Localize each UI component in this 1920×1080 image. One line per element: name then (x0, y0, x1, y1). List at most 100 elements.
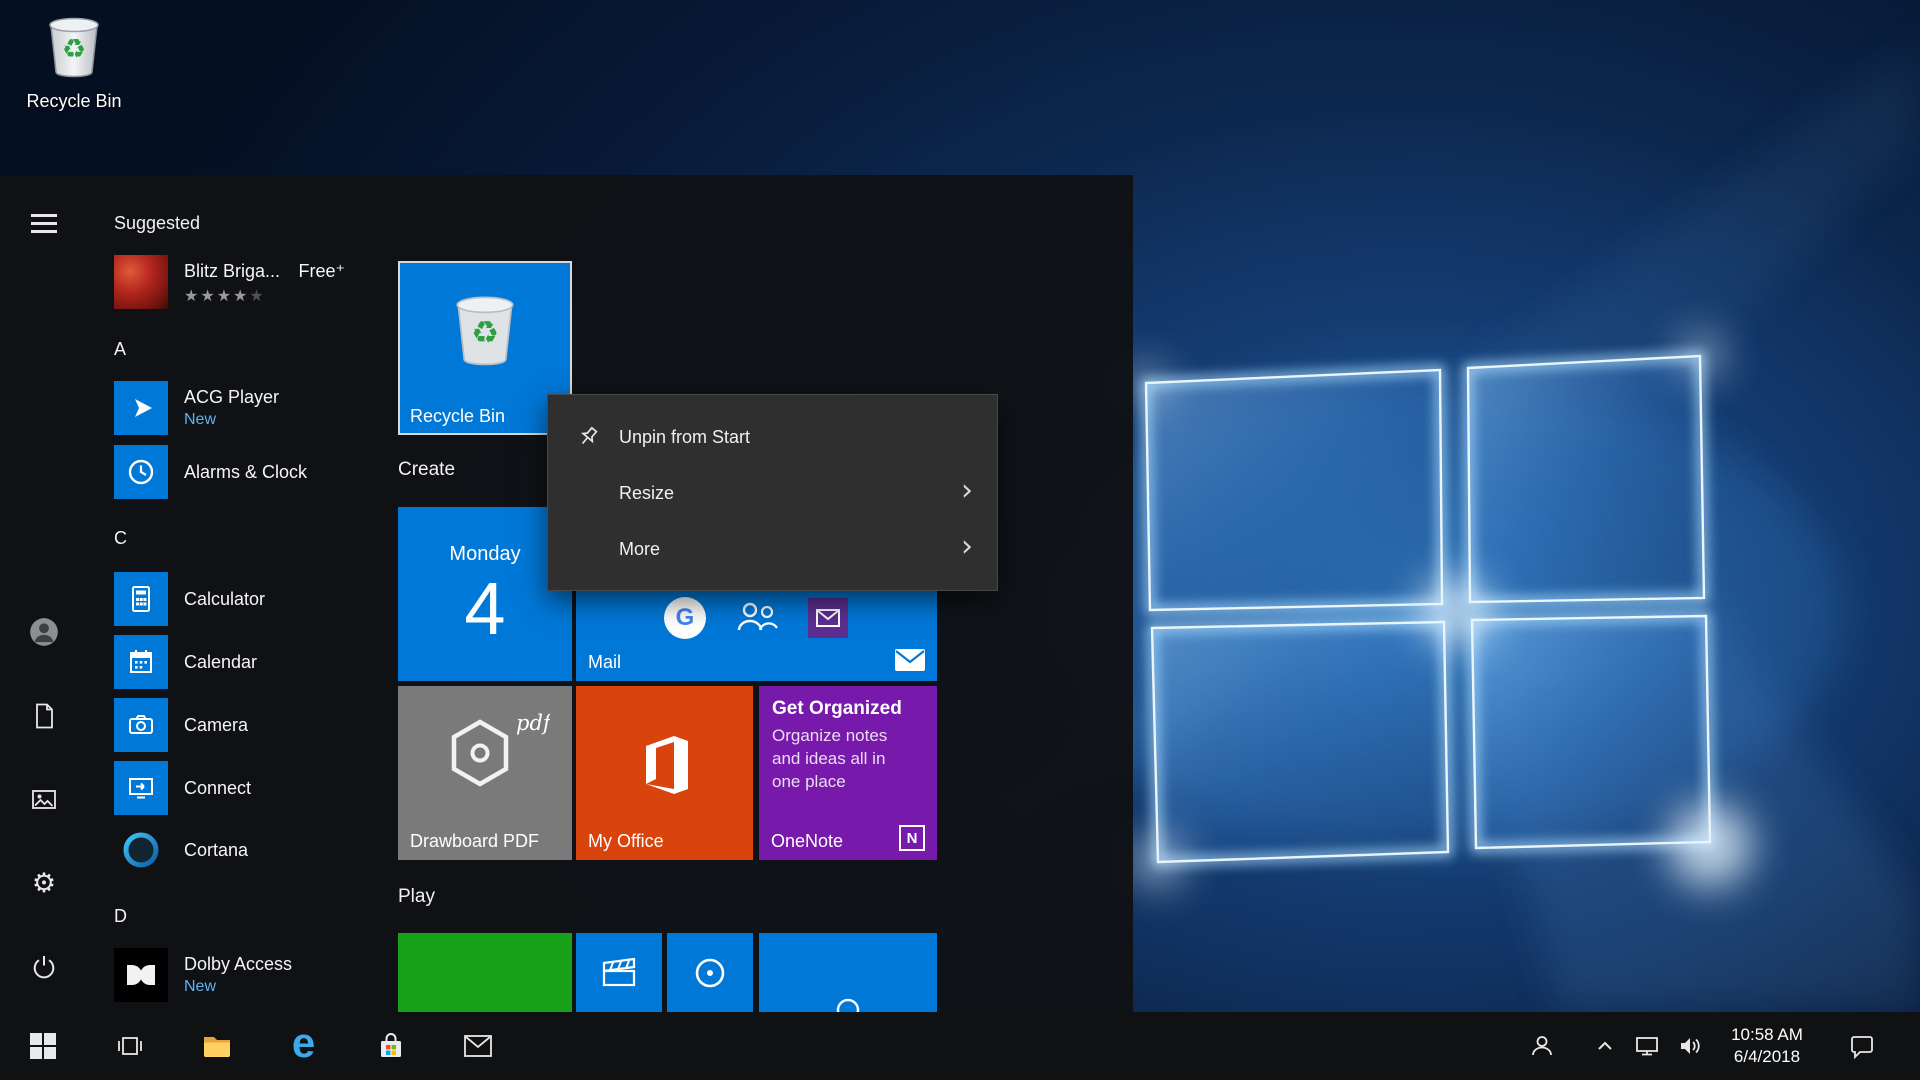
context-menu-item-label: Unpin from Start (619, 427, 750, 448)
file-explorer-button[interactable] (173, 1012, 260, 1080)
onenote-headline: Get Organized (772, 698, 902, 720)
tile-xbox[interactable] (398, 933, 572, 1012)
app-name: Connect (184, 776, 251, 800)
app-list-item-cortana[interactable]: Cortana (114, 823, 414, 877)
store-icon (377, 1031, 405, 1061)
acg-player-icon (114, 381, 168, 435)
mail-envelope-icon (895, 649, 925, 671)
tile-label: My Office (588, 831, 664, 852)
recycle-bin-tile-icon: ♻ (448, 285, 522, 371)
tile-label: Mail (588, 652, 621, 673)
app-list-item-dolby-access[interactable]: Dolby Access New (114, 948, 414, 1002)
volume-button[interactable] (1668, 1012, 1712, 1080)
task-view-button[interactable] (86, 1012, 173, 1080)
app-list-item-alarms-clock[interactable]: Alarms & Clock (114, 445, 414, 499)
cortana-icon (114, 823, 168, 877)
network-status-button[interactable] (1625, 1012, 1669, 1080)
tile-movies-tv[interactable] (576, 933, 662, 1012)
task-view-icon (116, 1033, 144, 1059)
context-menu-item-resize[interactable]: Resize › (548, 465, 997, 521)
alarms-clock-icon (114, 445, 168, 499)
onenote-mini-icon: N (899, 825, 925, 851)
google-account-icon: G (664, 597, 706, 639)
app-name: Calculator (184, 587, 265, 611)
windows-logo-icon (30, 1033, 56, 1059)
app-list-item-acg-player[interactable]: ACG Player New (114, 381, 414, 435)
taskbar-clock[interactable]: 10:58 AM 6/4/2018 (1712, 1012, 1822, 1080)
documents-button[interactable] (16, 692, 72, 740)
settings-button[interactable]: ⚙ (16, 859, 72, 907)
context-menu-item-label: Resize (619, 483, 674, 504)
clock-time: 10:58 AM (1731, 1024, 1803, 1046)
mail-button[interactable] (434, 1012, 521, 1080)
section-letter-c[interactable]: C (114, 526, 127, 550)
start-button[interactable] (0, 1012, 86, 1080)
people-icon (1529, 1033, 1555, 1059)
desktop-icon-recycle-bin[interactable]: ♻ Recycle Bin (18, 8, 130, 112)
drawboard-hexagon-icon: pdf (420, 708, 550, 812)
app-name: ACG Player (184, 385, 279, 409)
store-button[interactable] (347, 1012, 434, 1080)
tile-recycle-bin[interactable]: ♻ Recycle Bin (398, 261, 572, 435)
calculator-icon (114, 572, 168, 626)
app-list-item-suggested-blitz[interactable]: Blitz Briga... Free⁺ ★★★★★ (114, 255, 414, 309)
tile-group-play[interactable]: Play (398, 885, 435, 909)
tile-onenote[interactable]: Get Organized Organize notes and ideas a… (759, 686, 937, 860)
speaker-icon (1678, 1035, 1702, 1057)
office365-account-icon (808, 598, 848, 638)
office-logo-icon (634, 732, 696, 798)
tile-context-menu: Unpin from Start Resize › More › (547, 394, 998, 591)
section-letter-a[interactable]: A (114, 337, 126, 361)
clapperboard-icon (600, 955, 638, 989)
tile-drawboard-pdf[interactable]: pdf Drawboard PDF (398, 686, 572, 860)
app-name: Alarms & Clock (184, 460, 307, 484)
submenu-chevron-icon: › (961, 476, 973, 506)
context-menu-item-unpin[interactable]: Unpin from Start (548, 409, 997, 465)
app-name: Dolby Access (184, 952, 292, 976)
context-menu-item-label: More (619, 539, 660, 560)
tile-calendar[interactable]: Monday 4 (398, 507, 572, 681)
recycle-symbol-glyph: ♻ (471, 315, 499, 351)
tile-label: OneNote (771, 831, 843, 852)
suggested-app-price: Free⁺ (298, 261, 345, 281)
star-rating: ★★★★★ (184, 286, 345, 306)
people-button[interactable] (1516, 1012, 1568, 1080)
document-icon (30, 702, 58, 730)
edge-icon: e (292, 1022, 315, 1064)
mail-accounts-row: G (664, 597, 848, 639)
calendar-icon (114, 635, 168, 689)
app-new-badge: New (184, 976, 292, 998)
app-list-item-connect[interactable]: Connect (114, 761, 414, 815)
context-menu-item-more[interactable]: More › (548, 521, 997, 577)
tile-wide-blue[interactable] (759, 933, 937, 1012)
star-empty-icon: ★ (249, 286, 265, 305)
action-center-button[interactable] (1836, 1012, 1888, 1080)
app-list-item-calculator[interactable]: Calculator (114, 572, 414, 626)
user-account-button[interactable] (16, 608, 72, 656)
tile-groove-music[interactable] (667, 933, 753, 1012)
app-list-item-camera[interactable]: Camera (114, 698, 414, 752)
onenote-body: Organize notes and ideas all in one plac… (772, 724, 914, 793)
menu-hamburger-button[interactable] (16, 199, 72, 247)
pictures-button[interactable] (16, 776, 72, 824)
app-list-item-calendar[interactable]: Calendar (114, 635, 414, 689)
show-hidden-icons-button[interactable] (1583, 1012, 1627, 1080)
pictures-icon (30, 786, 58, 814)
power-icon (30, 953, 58, 981)
tile-my-office[interactable]: My Office (576, 686, 753, 860)
suggested-header: Suggested (114, 211, 200, 235)
google-g-glyph: G (676, 604, 695, 632)
tile-group-create[interactable]: Create (398, 458, 455, 482)
recycle-symbol-glyph: ♻ (62, 34, 86, 65)
section-letter-d[interactable]: D (114, 904, 127, 928)
file-explorer-icon (202, 1033, 232, 1059)
action-center-icon (1849, 1033, 1875, 1059)
gear-icon: ⚙ (32, 870, 56, 897)
edge-button[interactable]: e (260, 1012, 347, 1080)
app-new-badge: New (184, 409, 279, 431)
camera-icon (114, 698, 168, 752)
dolby-access-icon (114, 948, 168, 1002)
user-icon (28, 616, 60, 648)
power-button[interactable] (16, 943, 72, 991)
suggested-app-name: Blitz Briga... (184, 261, 280, 281)
